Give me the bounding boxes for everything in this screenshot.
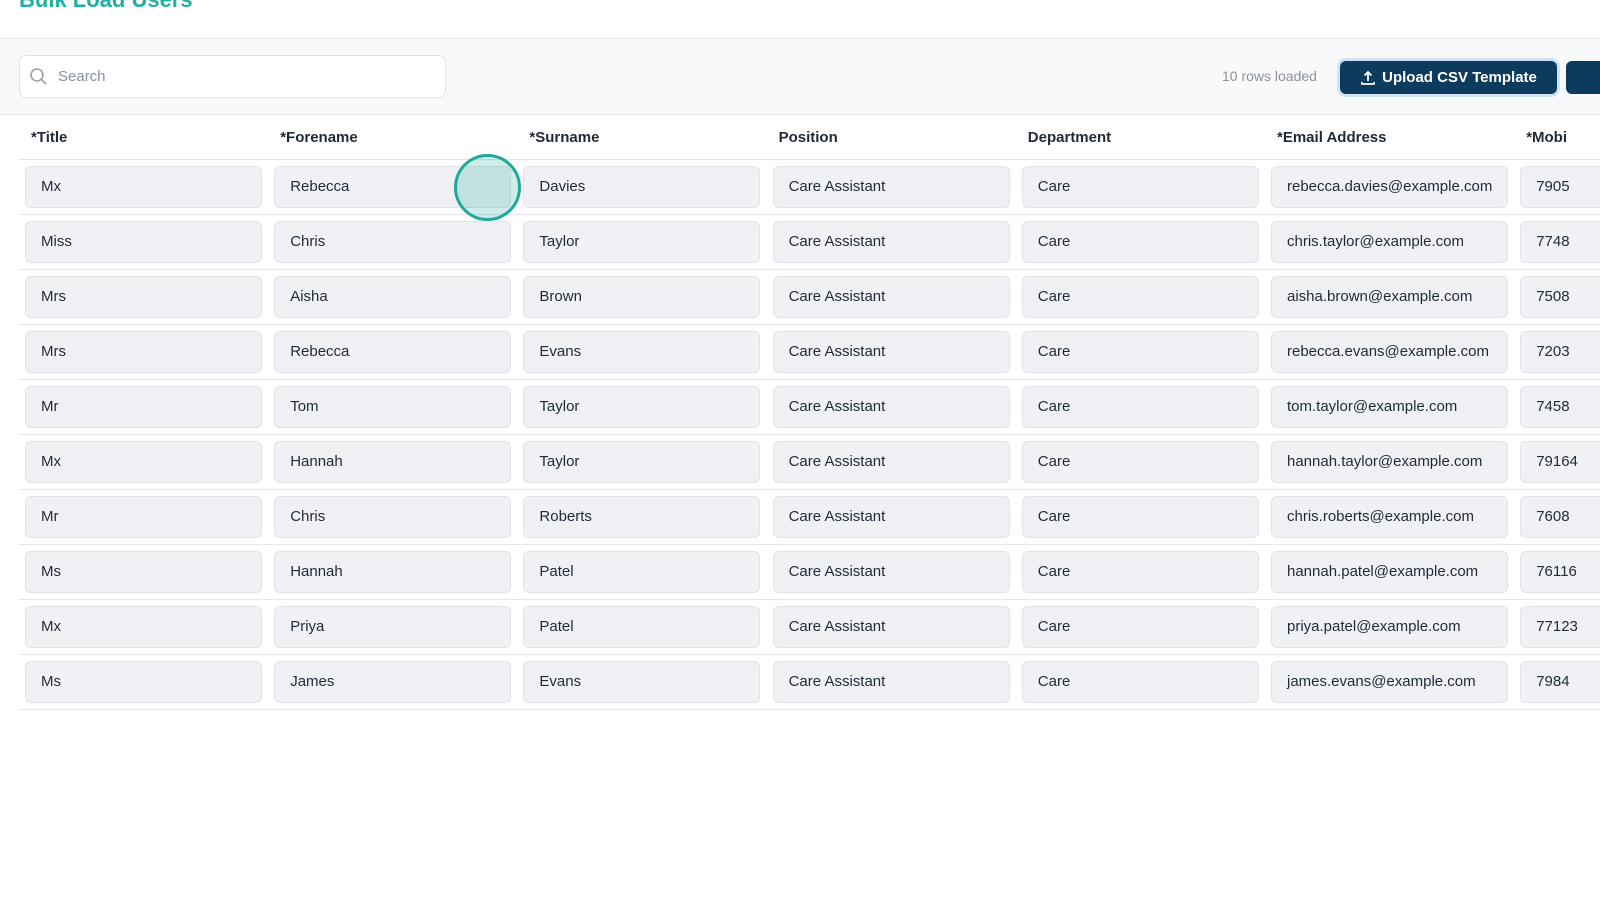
table-row: Mx Hannah Taylor Care Assistant Care hannah.t…: [19, 435, 1600, 490]
cell-input[interactable]: Mx: [25, 441, 262, 483]
cell-input[interactable]: Care Assistant: [772, 166, 1010, 208]
cell-input[interactable]: Care Assistant: [772, 276, 1010, 318]
cell-input[interactable]: tom.taylor@example.com: [1271, 386, 1508, 428]
search-input[interactable]: [58, 56, 438, 97]
cell-input[interactable]: Chris: [274, 221, 512, 263]
cursor-highlight: [454, 154, 521, 221]
table-row: Mrs Rebecca Evans Care Assistant Care rebecca…: [19, 325, 1600, 380]
cell-input[interactable]: Mrs: [25, 331, 262, 373]
column-header: Position: [778, 129, 838, 146]
cell-input[interactable]: 79164: [1520, 441, 1600, 483]
cell-input[interactable]: Care Assistant: [772, 661, 1010, 703]
table-row: Ms James Evans Care Assistant Care james.evan…: [19, 655, 1600, 710]
cell-input[interactable]: Mx: [25, 606, 262, 648]
cell-input[interactable]: Priya: [274, 606, 512, 648]
cell-input[interactable]: hannah.patel@example.com: [1271, 551, 1508, 593]
cell-input[interactable]: rebecca.evans@example.com: [1271, 331, 1508, 373]
cell-input[interactable]: Mr: [25, 496, 262, 538]
cell-input[interactable]: Care: [1021, 166, 1259, 208]
column-header: *Email Address: [1277, 129, 1387, 146]
cell-input[interactable]: 76116: [1520, 551, 1600, 593]
cell-input[interactable]: 77123: [1520, 606, 1600, 648]
cell-input[interactable]: 7905: [1520, 166, 1600, 208]
rows-loaded-count: 10 rows loaded: [1222, 68, 1317, 84]
cell-input[interactable]: Brown: [523, 276, 761, 318]
secondary-toolbar-button[interactable]: [1566, 61, 1600, 94]
search-icon: [30, 68, 47, 85]
cell-input[interactable]: Care: [1021, 661, 1259, 703]
column-header: *Title: [31, 129, 68, 146]
upload-icon: [1361, 70, 1376, 85]
cell-input[interactable]: Care: [1021, 331, 1259, 373]
cell-input[interactable]: Mr: [25, 386, 262, 428]
cell-input[interactable]: Miss: [25, 221, 262, 263]
table-row: Mx Priya Patel Care Assistant Care priya.pate…: [19, 600, 1600, 655]
cell-input[interactable]: 7748: [1520, 221, 1600, 263]
cell-input[interactable]: 7508: [1520, 276, 1600, 318]
cell-input[interactable]: rebecca.davies@example.com: [1271, 166, 1508, 208]
table-row: Mr Chris Roberts Care Assistant Care chris.ro…: [19, 490, 1600, 545]
cell-input[interactable]: Care Assistant: [772, 496, 1010, 538]
page-title: Bulk Load Users: [19, 0, 193, 13]
cell-input[interactable]: Taylor: [523, 441, 761, 483]
column-header: *Forename: [280, 129, 358, 146]
cell-input[interactable]: Hannah: [274, 551, 512, 593]
cell-input[interactable]: Roberts: [523, 496, 761, 538]
cell-input[interactable]: aisha.brown@example.com: [1271, 276, 1508, 318]
column-header: *Surname: [529, 129, 600, 146]
cell-input[interactable]: Care Assistant: [772, 221, 1010, 263]
toolbar: 10 rows loaded Upload CSV Template: [0, 38, 1600, 115]
cell-input[interactable]: Care Assistant: [772, 606, 1010, 648]
cell-input[interactable]: Care: [1021, 496, 1259, 538]
cell-input[interactable]: Taylor: [523, 221, 761, 263]
cell-input[interactable]: Taylor: [523, 386, 761, 428]
cell-input[interactable]: Patel: [523, 551, 761, 593]
cell-input[interactable]: hannah.taylor@example.com: [1271, 441, 1508, 483]
table-row: Ms Hannah Patel Care Assistant Care hannah.pa…: [19, 545, 1600, 600]
table-header: *Title *Forename *Surname Position Departmen…: [19, 116, 1600, 160]
cell-input[interactable]: Care: [1021, 551, 1259, 593]
column-header: Department: [1027, 129, 1112, 146]
cell-input[interactable]: Care: [1021, 276, 1259, 318]
cell-input[interactable]: Evans: [523, 661, 761, 703]
cell-input[interactable]: James: [274, 661, 512, 703]
table-row: Miss Chris Taylor Care Assistant Care chris.t…: [19, 215, 1600, 270]
column-header: *Mobi: [1526, 129, 1568, 146]
cell-input[interactable]: Hannah: [274, 441, 512, 483]
cell-input[interactable]: Care Assistant: [772, 386, 1010, 428]
cell-input[interactable]: chris.taylor@example.com: [1271, 221, 1508, 263]
cell-input[interactable]: Care: [1021, 221, 1259, 263]
cell-input[interactable]: Chris: [274, 496, 512, 538]
cell-input[interactable]: Rebecca: [274, 331, 512, 373]
table-row: Mr Tom Taylor Care Assistant Care tom.taylor@…: [19, 380, 1600, 435]
cell-input[interactable]: Mrs: [25, 276, 262, 318]
cell-input[interactable]: 7984: [1520, 661, 1600, 703]
cell-input[interactable]: chris.roberts@example.com: [1271, 496, 1508, 538]
cell-input[interactable]: Care Assistant: [772, 331, 1010, 373]
cell-input[interactable]: Ms: [25, 551, 262, 593]
cell-input[interactable]: Care Assistant: [772, 551, 1010, 593]
cell-input[interactable]: Tom: [274, 386, 512, 428]
cell-input[interactable]: Mx: [25, 166, 262, 208]
cell-input[interactable]: Davies: [523, 166, 761, 208]
upload-label: Upload CSV Template: [1382, 69, 1537, 86]
table-row: Mx Rebecca Davies Care Assistant Care rebecca…: [19, 160, 1600, 215]
cell-input[interactable]: james.evans@example.com: [1271, 661, 1508, 703]
cell-input[interactable]: 7608: [1520, 496, 1600, 538]
cell-input[interactable]: Patel: [523, 606, 761, 648]
cell-input[interactable]: 7458: [1520, 386, 1600, 428]
cell-input[interactable]: Care: [1021, 606, 1259, 648]
upload-csv-template-button[interactable]: Upload CSV Template: [1340, 61, 1557, 94]
cell-input[interactable]: Evans: [523, 331, 761, 373]
cell-input[interactable]: Ms: [25, 661, 262, 703]
cell-input[interactable]: 7203: [1520, 331, 1600, 373]
cell-input[interactable]: priya.patel@example.com: [1271, 606, 1508, 648]
cell-input[interactable]: Aisha: [274, 276, 512, 318]
cell-input[interactable]: Care: [1021, 386, 1259, 428]
search-box[interactable]: [19, 55, 446, 98]
cell-input[interactable]: Care Assistant: [772, 441, 1010, 483]
table-row: Mrs Aisha Brown Care Assistant Care aisha.bro…: [19, 270, 1600, 325]
cell-input[interactable]: Care: [1021, 441, 1259, 483]
